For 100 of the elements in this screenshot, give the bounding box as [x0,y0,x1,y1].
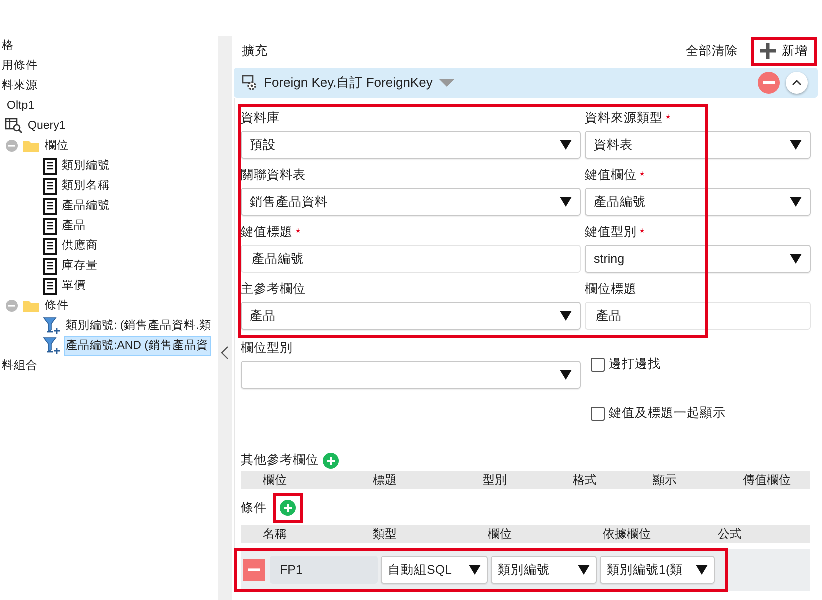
field-label: 鍵值欄位 [585,167,637,184]
field-label: 鍵值標題 [241,224,293,241]
remove-button[interactable] [758,72,780,94]
collapse-button[interactable] [786,72,808,94]
dropdown-arrow-icon [560,197,572,207]
column-header: 標題 [372,472,398,488]
tree-item[interactable]: 供應商 [60,236,100,256]
tree-item[interactable]: 料組合 [0,356,40,376]
column-header: 型別 [482,472,508,488]
collapse-icon[interactable] [5,139,19,153]
column-header: 顯示 [652,472,678,488]
field-label: 欄位型別 [241,340,294,357]
gear-icon [242,75,258,91]
column-header: 欄位 [487,526,513,542]
add-button[interactable]: 新增 [754,40,814,62]
tree-item[interactable]: Query1 [26,116,68,136]
folder-icon [22,139,40,153]
dropdown-arrow-icon [790,140,802,150]
text-field[interactable]: FP1 [270,556,378,584]
dropdown[interactable]: 資料表 [585,131,811,159]
field-label: 主參考欄位 [241,281,306,298]
dropdown-arrow-icon [790,197,802,207]
tree-item[interactable]: 產品 [60,216,88,236]
tree-item[interactable]: 類別名稱 [60,176,112,196]
section-title: 條件 [241,500,267,516]
document-icon [43,178,57,194]
dropdown-arrow-icon [469,565,481,575]
table-search-icon [5,118,23,134]
dropdown-arrow-icon [578,565,590,575]
dropdown[interactable]: 自動組SQL [381,556,488,584]
dropdown[interactable] [241,361,581,389]
checkbox-label: 邊打邊找 [609,356,661,373]
field-label: 資料庫 [241,110,280,127]
checkbox[interactable] [591,358,605,372]
dropdown[interactable]: 產品 [241,302,581,330]
column-header: 類型 [372,526,398,542]
collapse-icon[interactable] [5,299,19,313]
dropdown[interactable]: 類別編號 [491,556,597,584]
field-label: 關聯資料表 [241,167,306,184]
tree-item[interactable]: 單價 [60,276,88,296]
field-label: 資料來源類型 [585,110,663,127]
section-title: 擴充 [242,42,269,60]
column-header: 依據欄位 [602,526,652,542]
document-icon [43,258,57,274]
dropdown[interactable]: 預設 [241,131,581,159]
required-mark: * [666,112,671,126]
tree-item[interactable]: 料來源 [0,76,40,96]
dropdown[interactable]: string [585,245,811,273]
dropdown-arrow-icon [696,565,708,575]
panel-title: Foreign Key.自訂 ForeignKey [264,74,433,92]
dropdown[interactable]: 產品編號 [585,188,811,216]
remove-button[interactable] [243,559,265,581]
clear-all-button[interactable]: 全部清除 [686,42,738,60]
dropdown-arrow-icon [560,311,572,321]
minus-icon [763,81,775,85]
tree-item[interactable]: 欄位 [43,136,71,156]
tree-item[interactable]: 產品編號 [60,196,112,216]
tree-item[interactable]: 類別編號: (銷售產品資料.類 [64,316,214,336]
document-icon [43,278,57,294]
filter-icon [43,337,61,355]
dropdown-arrow-icon [560,140,572,150]
checkbox[interactable] [591,406,605,420]
tree-item[interactable]: Oltp1 [5,96,36,116]
add-button[interactable] [323,452,339,468]
tree-item[interactable]: 格 [0,36,16,56]
tree-item[interactable]: 條件 [43,296,71,316]
tree-item[interactable]: 庫存量 [60,256,100,276]
document-icon [43,218,57,234]
column-header: 欄位 [262,472,288,488]
caret-icon[interactable] [438,78,455,88]
column-header: 公式 [717,526,743,542]
field-label: 鍵值型別 [585,224,637,241]
text-field[interactable]: 產品 [585,302,811,330]
plus-icon [283,503,293,513]
document-icon [43,238,57,254]
section-title: 其他參考欄位 [241,452,319,469]
chevron-up-icon [792,80,802,86]
plus-icon [326,456,336,466]
column-header: 名稱 [262,526,288,542]
tree-item[interactable]: 類別編號 [60,156,112,176]
required-mark: * [296,226,301,240]
minus-icon [248,568,260,572]
text-field[interactable]: 產品編號 [241,245,581,273]
filter-icon [43,317,61,335]
tree-item[interactable]: 產品編號:AND (銷售產品資 [64,336,210,356]
folder-icon [22,299,40,313]
required-mark: * [640,168,645,182]
required-mark: * [640,226,645,240]
dropdown-arrow-icon [560,370,572,380]
column-header: 格式 [572,472,598,488]
dropdown-arrow-icon [790,254,802,264]
dropdown[interactable]: 銷售產品資料 [241,188,581,216]
tree-item[interactable]: 用條件 [0,56,40,76]
collapse-sidebar-icon[interactable] [221,346,229,360]
document-icon [43,198,57,214]
plus-icon [760,43,776,59]
column-header: 傳值欄位 [742,472,792,488]
add-button[interactable] [280,500,296,516]
dropdown[interactable]: 類別編號1(類 [600,556,715,584]
checkbox-label: 鍵值及標題一起顯示 [609,405,726,422]
